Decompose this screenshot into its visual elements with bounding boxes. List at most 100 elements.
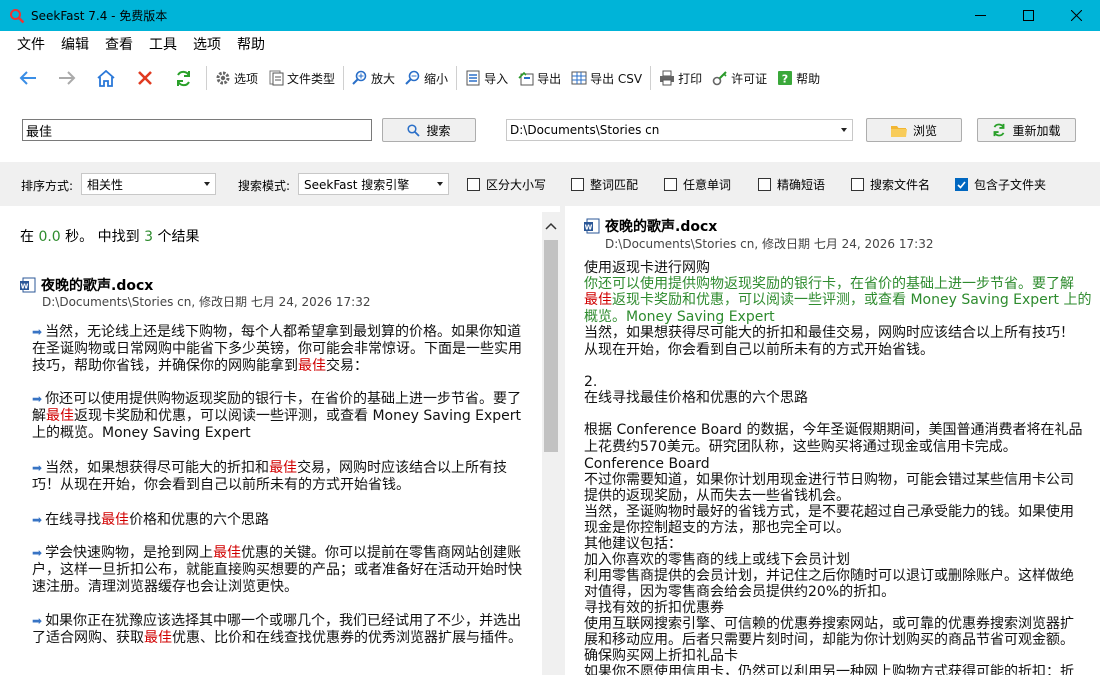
options-label: 选项: [234, 71, 259, 86]
import-button[interactable]: 导入: [460, 63, 513, 93]
preview-line: 对值得，因为零售商会给会员提供约20%的折扣。: [584, 584, 896, 600]
sort-select[interactable]: 相关性: [81, 173, 216, 195]
scrollbar-thumb[interactable]: [544, 240, 558, 452]
result-snippet[interactable]: ➡ 学会快速购物，是抢到网上最佳优惠的关键。你可以提前在零售商网站创建账户，这样一…: [32, 545, 530, 596]
back-button[interactable]: [8, 63, 47, 93]
key-icon: [712, 71, 727, 86]
preview-line: 如果你不愿使用信用卡，仍然可以利用另一种网上购物方式获得可能的折扣：折: [584, 664, 1074, 675]
result-count: 3: [144, 229, 153, 245]
close-window-button[interactable]: [1052, 0, 1100, 31]
menu-file[interactable]: 文件: [9, 34, 53, 54]
folder-icon: [890, 125, 907, 137]
chevron-up-icon[interactable]: [545, 222, 557, 230]
menu-view[interactable]: 查看: [97, 34, 141, 54]
arrow-right-icon: ➡: [32, 513, 43, 527]
svg-text:W: W: [21, 283, 29, 291]
help-icon: ?: [778, 71, 793, 86]
export-button[interactable]: 导出: [513, 63, 566, 93]
menu-edit[interactable]: 编辑: [53, 34, 97, 54]
result-snippet[interactable]: ➡ 当然，无论线上还是线下购物，每个人都希望拿到最划算的价格。如果你知道在圣诞购物…: [32, 324, 530, 375]
folder-combo[interactable]: D:\Documents\Stories cn: [506, 119, 853, 141]
snippet-text: 学会快速购物，是抢到网上: [45, 545, 214, 561]
result-snippet[interactable]: ➡ 在线寻找最佳价格和优惠的六个思路: [32, 512, 530, 529]
zoom-out-label: 缩小: [424, 71, 449, 86]
browse-button[interactable]: 浏览: [866, 118, 962, 142]
import-label: 导入: [484, 71, 509, 86]
summary-suffix: 个结果: [157, 229, 200, 245]
whole-word-checkbox[interactable]: 整词匹配: [571, 176, 638, 193]
results-pane[interactable]: 在 0.0 秒。 中找到 3 个结果 W 夜晚的歌声.docx D:\Docum…: [0, 206, 545, 675]
mode-select[interactable]: SeekFast 搜索引擎: [298, 173, 449, 195]
options-button[interactable]: 选项: [210, 63, 263, 93]
options-bar: 排序方式: 相关性 搜索模式: SeekFast 搜索引擎 区分大小写 整词匹配…: [0, 162, 1100, 206]
toolbar-separator: [650, 66, 652, 90]
search-icon: [407, 123, 421, 137]
forward-button[interactable]: [47, 63, 86, 93]
sort-value: 相关性: [87, 177, 124, 192]
checkbox-box: [851, 178, 864, 191]
printer-icon: [660, 70, 675, 86]
arrow-right-icon: ➡: [32, 461, 43, 475]
maximize-button[interactable]: [1004, 0, 1052, 31]
app-icon: [10, 8, 25, 23]
menu-help[interactable]: 帮助: [229, 34, 273, 54]
arrow-right-icon: ➡: [32, 614, 43, 628]
snippet-text: 优惠、比价和在线查找优惠券的优秀浏览器扩展与插: [172, 630, 494, 646]
summary-mid: 秒。 中找到: [65, 229, 140, 245]
home-button[interactable]: [86, 63, 125, 93]
result-snippet[interactable]: ➡ 当然，如果想获得尽可能大的折扣和最佳交易，网购时应该结合以上所有技巧！从现在开…: [32, 460, 530, 494]
preview-line: 2.: [584, 374, 598, 390]
zoom-in-button[interactable]: 放大: [347, 63, 400, 93]
results-scrollbar[interactable]: [542, 212, 560, 675]
any-word-checkbox[interactable]: 任意单词: [664, 176, 731, 193]
folder-path: D:\Documents\Stories cn: [510, 123, 660, 137]
exact-phrase-label: 精确短语: [777, 178, 826, 192]
arrow-right-icon: ➡: [32, 546, 43, 560]
snippet-text: 在线寻找: [45, 512, 102, 528]
search-button[interactable]: 搜索: [382, 118, 476, 142]
snippet-text: 当然，如果想获得尽可能大的折扣和: [45, 460, 270, 476]
menu-options[interactable]: 选项: [185, 34, 229, 54]
menu-bar: 文件 编辑 查看 工具 选项 帮助: [0, 31, 1100, 56]
export-csv-button[interactable]: 导出 CSV: [566, 63, 647, 93]
zoom-in-label: 放大: [371, 71, 396, 86]
preview-pane[interactable]: W 夜晚的歌声.docx D:\Documents\Stories cn, 修改…: [565, 206, 1100, 675]
arrow-left-icon: [19, 71, 36, 85]
result-snippet[interactable]: ➡ 如果你正在犹豫应该选择其中哪一个或哪几个，我们已经试用了不少，并选出了适合网购…: [32, 613, 530, 647]
preview-file-link[interactable]: W 夜晚的歌声.docx: [584, 216, 717, 236]
chevron-down-icon: [437, 182, 443, 186]
license-button[interactable]: 许可证: [707, 63, 772, 93]
result-snippet[interactable]: ➡ 你还可以使用提供购物返现奖励的银行卡，在省价的基础上进一步节省。要了解最佳返现…: [32, 391, 530, 442]
include-subfolders-checkbox[interactable]: 包含子文件夹: [955, 176, 1046, 193]
file-types-button[interactable]: 文件类型: [263, 63, 340, 93]
checkbox-box-checked: [955, 178, 968, 191]
minimize-button[interactable]: [956, 0, 1004, 31]
case-checkbox[interactable]: 区分大小写: [467, 176, 546, 193]
menu-tools[interactable]: 工具: [141, 34, 185, 54]
help-button[interactable]: ? 帮助: [772, 63, 825, 93]
print-button[interactable]: 打印: [654, 63, 707, 93]
exact-phrase-checkbox[interactable]: 精确短语: [758, 176, 825, 193]
case-label: 区分大小写: [486, 178, 547, 192]
result-file-link[interactable]: W 夜晚的歌声.docx: [20, 275, 153, 295]
refresh-button[interactable]: [164, 63, 203, 93]
title-bar: SeekFast 7.4 - 免费版本: [0, 0, 1100, 31]
whole-word-label: 整词匹配: [590, 178, 639, 192]
result-file-path: D:\Documents\Stories cn, 修改日期 七月 24, 202…: [42, 295, 371, 309]
zoom-out-button[interactable]: 缩小: [400, 63, 453, 93]
search-time: 0.0: [38, 229, 61, 245]
search-row: 最佳 搜索 D:\Documents\Stories cn 浏览 重新加载: [0, 100, 1100, 162]
search-filenames-checkbox[interactable]: 搜索文件名: [851, 176, 930, 193]
summary-prefix: 在: [20, 229, 34, 245]
preview-line-match: 你还可以使用提供购物返现奖励的银行卡，在省价的基础上进一步节省。要了解: [584, 276, 1074, 292]
help-label: 帮助: [796, 71, 821, 86]
preview-line-match: 最佳返现卡奖励和优惠，可以阅读一些评测，或查看 Money Saving Exp…: [584, 292, 1092, 308]
toolbar-separator: [456, 66, 458, 90]
search-input[interactable]: 最佳: [22, 119, 372, 141]
stop-button[interactable]: [125, 63, 164, 93]
arrow-right-icon: [58, 71, 75, 85]
preview-line: 当然，圣诞购物时最好的省钱方式，是不要花超过自己承受能力的钱。如果使用: [584, 504, 1074, 520]
snippet-text: 返现卡奖励和优惠，可以阅读一些评测，或查看 Money Saving Exper…: [74, 408, 522, 424]
reload-button[interactable]: 重新加载: [977, 118, 1076, 142]
match-highlight: 最佳: [298, 358, 326, 374]
